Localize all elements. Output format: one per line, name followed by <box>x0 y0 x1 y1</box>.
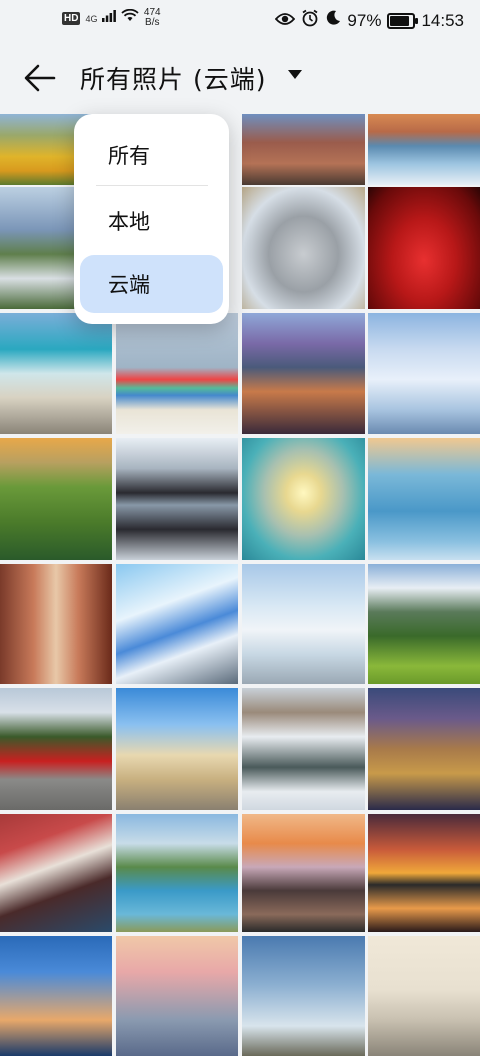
photo-thumbnail[interactable] <box>242 114 365 185</box>
do-not-disturb-moon-icon <box>325 10 341 31</box>
photo-thumbnail[interactable] <box>242 936 365 1056</box>
clock: 14:53 <box>421 10 464 30</box>
eye-comfort-icon <box>275 11 296 31</box>
photo-thumbnail[interactable] <box>116 936 238 1056</box>
wifi-icon <box>121 8 139 27</box>
menu-divider <box>96 185 208 186</box>
photo-thumbnail[interactable] <box>368 564 480 684</box>
status-left: HD 4G 474 B/s <box>62 8 161 28</box>
album-title[interactable]: 所有照片 (云端) <box>80 60 266 96</box>
photo-thumbnail[interactable] <box>242 313 365 434</box>
photo-thumbnail[interactable] <box>242 187 365 309</box>
photo-thumbnail[interactable] <box>368 814 480 932</box>
photo-thumbnail[interactable] <box>116 688 238 810</box>
photo-thumbnail[interactable] <box>116 438 238 560</box>
app-bar: 所有照片 (云端) <box>0 48 480 110</box>
back-arrow-icon <box>24 64 56 92</box>
battery-icon <box>387 12 419 29</box>
alarm-icon <box>301 9 319 32</box>
photo-thumbnail[interactable] <box>368 688 480 810</box>
menu-item-all[interactable]: 所有 <box>74 126 229 184</box>
photo-thumbnail[interactable] <box>242 814 365 932</box>
photo-thumbnail[interactable] <box>368 438 480 560</box>
filter-menu: 所有 本地 云端 <box>74 114 229 324</box>
photo-thumbnail[interactable] <box>0 688 112 810</box>
menu-item-cloud[interactable]: 云端 <box>80 255 223 313</box>
menu-item-local[interactable]: 本地 <box>74 192 229 250</box>
back-button[interactable] <box>22 60 62 96</box>
photo-thumbnail[interactable] <box>242 564 365 684</box>
photo-thumbnail[interactable] <box>368 313 480 434</box>
speed-unit: B/s <box>145 17 160 28</box>
photo-thumbnail[interactable] <box>368 936 480 1056</box>
battery-fill <box>390 15 410 26</box>
battery-percent: 97% <box>347 10 382 30</box>
network-speed: 474 B/s <box>144 8 161 28</box>
photo-thumbnail[interactable] <box>0 564 112 684</box>
photo-thumbnail[interactable] <box>242 688 365 810</box>
status-right: 97% 14:53 <box>275 9 464 32</box>
status-bar: HD 4G 474 B/s 97% 14:53 <box>0 0 480 38</box>
photo-thumbnail[interactable] <box>0 936 112 1056</box>
hd-badge: HD <box>62 11 81 25</box>
photo-thumbnail[interactable] <box>368 114 480 185</box>
photo-thumbnail[interactable] <box>116 814 238 932</box>
photo-thumbnail[interactable] <box>0 313 112 434</box>
photo-thumbnail[interactable] <box>368 187 480 309</box>
photo-thumbnail[interactable] <box>116 313 238 434</box>
photo-thumbnail[interactable] <box>116 564 238 684</box>
photo-thumbnail[interactable] <box>242 438 365 560</box>
dropdown-caret-icon[interactable] <box>288 70 302 79</box>
photo-thumbnail[interactable] <box>0 438 112 560</box>
signal-icon: 4G <box>85 9 116 27</box>
photo-thumbnail[interactable] <box>0 814 112 932</box>
network-type: 4G <box>85 14 98 24</box>
